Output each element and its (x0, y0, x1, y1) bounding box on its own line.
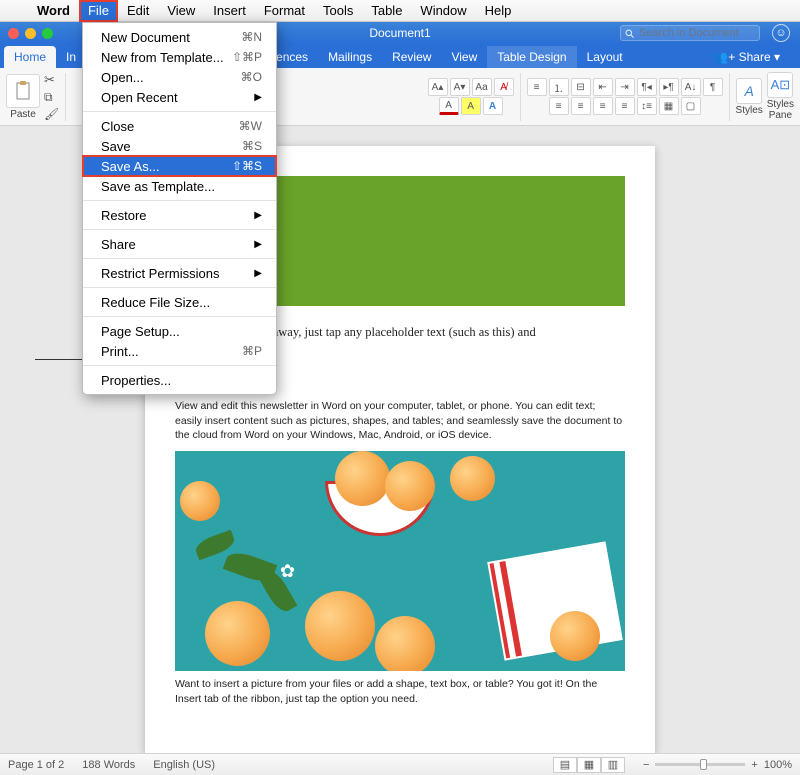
body-paragraph-2[interactable]: Want to insert a picture from your files… (175, 677, 625, 706)
menu-item-open-recent[interactable]: Open Recent▶ (83, 87, 276, 107)
menu-item-page-setup[interactable]: Page Setup... (83, 321, 276, 341)
menu-help[interactable]: Help (476, 0, 521, 22)
cut-icon[interactable]: ✂ (44, 72, 59, 88)
tab-view[interactable]: View (441, 46, 487, 68)
language-indicator[interactable]: English (US) (153, 759, 215, 771)
format-painter-icon[interactable]: 🖌 (44, 107, 59, 121)
menu-item-save-as[interactable]: Save As...⇧⌘S (83, 156, 276, 176)
menu-item-restrict-permissions[interactable]: Restrict Permissions▶ (83, 263, 276, 283)
font-color-button[interactable]: A (439, 97, 459, 115)
numbering-button[interactable]: ⒈ (549, 78, 569, 96)
sort-button[interactable]: A↓ (681, 78, 701, 96)
menu-item-close[interactable]: Close⌘W (83, 116, 276, 136)
search-box[interactable] (620, 25, 760, 41)
styles-pane-icon[interactable]: A⊡ (767, 72, 793, 98)
bullets-button[interactable]: ≡ (527, 78, 547, 96)
menu-window[interactable]: Window (411, 0, 475, 22)
menu-item-new-from-template[interactable]: New from Template...⇧⌘P (83, 47, 276, 67)
search-input[interactable] (620, 25, 760, 41)
zoom-out-button[interactable]: − (643, 759, 649, 771)
paste-icon[interactable] (6, 74, 40, 108)
tab-home[interactable]: Home (4, 46, 56, 68)
menu-word[interactable]: Word (28, 0, 79, 22)
multilevel-list-button[interactable]: ⊟ (571, 78, 591, 96)
styles-pane-group: A⊡ Styles Pane (767, 72, 794, 121)
styles-label: Styles (736, 105, 763, 116)
zoom-slider[interactable] (655, 763, 745, 766)
borders-button[interactable]: ▢ (681, 97, 701, 115)
zoom-in-button[interactable]: + (751, 759, 757, 771)
print-layout-view-button[interactable]: ▤ (553, 757, 577, 773)
menu-item-save[interactable]: Save⌘S (83, 136, 276, 156)
shading-button[interactable]: ▦ (659, 97, 679, 115)
copy-icon[interactable]: ⧉ (44, 90, 59, 105)
user-avatar-icon[interactable]: ☺ (772, 24, 790, 42)
decrease-indent-button[interactable]: ⇤ (593, 78, 613, 96)
increase-indent-button[interactable]: ⇥ (615, 78, 635, 96)
align-center-button[interactable]: ≡ (571, 97, 591, 115)
paste-label: Paste (10, 109, 36, 120)
word-count[interactable]: 188 Words (82, 759, 135, 771)
menu-format[interactable]: Format (255, 0, 314, 22)
mac-menubar: Word File Edit View Insert Format Tools … (0, 0, 800, 22)
share-button[interactable]: 👥+ Share ▾ (705, 46, 788, 68)
status-bar: Page 1 of 2 188 Words English (US) ▤ ▦ ▥… (0, 753, 800, 775)
menu-edit[interactable]: Edit (118, 0, 158, 22)
show-marks-button[interactable]: ¶ (703, 78, 723, 96)
clear-formatting-button[interactable]: A̸ (494, 78, 514, 96)
content-image[interactable]: ✿ (175, 451, 625, 671)
tab-layout[interactable]: Layout (577, 46, 633, 68)
rtl-button[interactable]: ▸¶ (659, 78, 679, 96)
align-left-button[interactable]: ≡ (549, 97, 569, 115)
justify-button[interactable]: ≡ (615, 97, 635, 115)
ltr-button[interactable]: ¶◂ (637, 78, 657, 96)
menu-item-share[interactable]: Share▶ (83, 234, 276, 254)
outline-view-button[interactable]: ▥ (601, 757, 625, 773)
menu-insert[interactable]: Insert (204, 0, 255, 22)
file-dropdown: New Document⌘NNew from Template...⇧⌘POpe… (82, 22, 277, 395)
styles-pane-label: Styles Pane (767, 99, 794, 121)
change-case-button[interactable]: Aa (472, 78, 492, 96)
zoom-control: − + 100% (643, 759, 792, 771)
styles-icon[interactable]: A (736, 78, 762, 104)
menu-file[interactable]: File (79, 0, 118, 22)
menu-item-open[interactable]: Open...⌘O (83, 67, 276, 87)
zoom-level[interactable]: 100% (764, 759, 792, 771)
align-right-button[interactable]: ≡ (593, 97, 613, 115)
web-layout-view-button[interactable]: ▦ (577, 757, 601, 773)
styles-group: A Styles (736, 78, 763, 116)
menu-item-restore[interactable]: Restore▶ (83, 205, 276, 225)
line-spacing-button[interactable]: ↕≡ (637, 97, 657, 115)
font-size-up-button[interactable]: A▴ (428, 78, 448, 96)
body-paragraph-1[interactable]: View and edit this newsletter in Word on… (175, 399, 625, 443)
paste-group: Paste (6, 74, 40, 120)
menu-view[interactable]: View (158, 0, 204, 22)
tab-review[interactable]: Review (382, 46, 441, 68)
tab-mailings[interactable]: Mailings (318, 46, 382, 68)
view-buttons: ▤ ▦ ▥ (553, 757, 625, 773)
highlight-button[interactable]: A (461, 97, 481, 115)
menu-item-save-as-template[interactable]: Save as Template... (83, 176, 276, 196)
font-size-down-button[interactable]: A▾ (450, 78, 470, 96)
search-icon (624, 28, 635, 39)
menu-table[interactable]: Table (362, 0, 411, 22)
menu-item-new-document[interactable]: New Document⌘N (83, 27, 276, 47)
text-effects-button[interactable]: A (483, 97, 503, 115)
menu-item-properties[interactable]: Properties... (83, 370, 276, 390)
page-indicator[interactable]: Page 1 of 2 (8, 759, 64, 771)
menu-item-reduce-file-size[interactable]: Reduce File Size... (83, 292, 276, 312)
menu-tools[interactable]: Tools (314, 0, 362, 22)
tab-table-design[interactable]: Table Design (487, 46, 576, 68)
menu-item-print[interactable]: Print...⌘P (83, 341, 276, 361)
